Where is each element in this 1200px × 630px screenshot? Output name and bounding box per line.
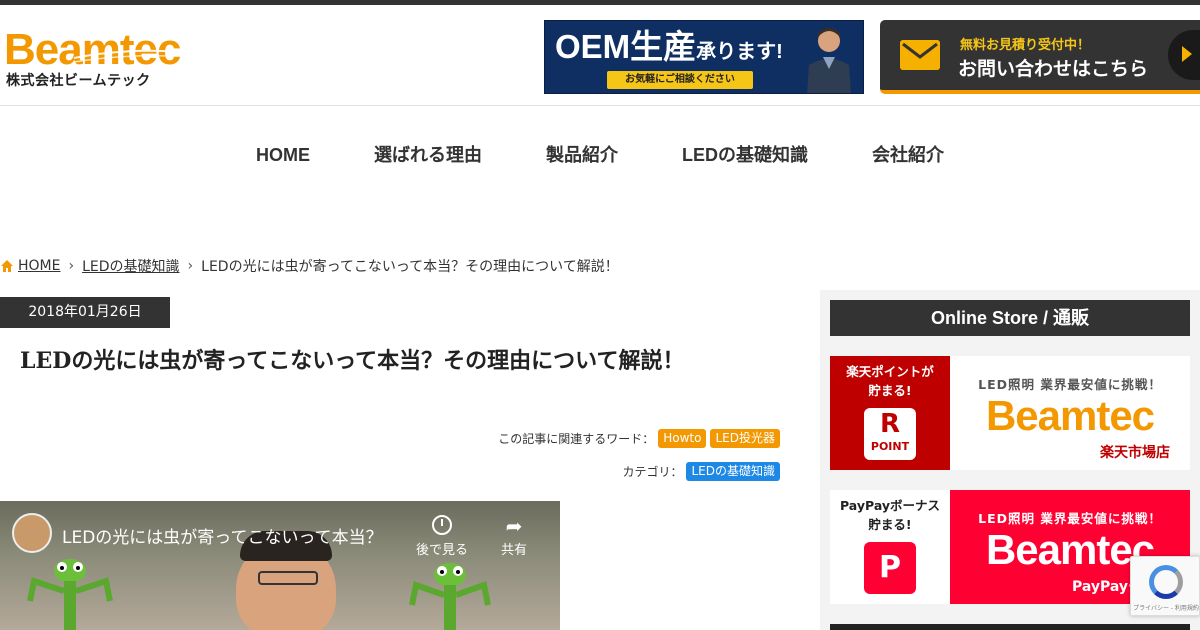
oem-banner-title: OEM生産承ります! [555,29,783,70]
related-words-label: この記事に関連するワード： [498,432,655,446]
chevron-right-icon: › [187,258,194,274]
watch-later-button[interactable]: 後で見る [410,515,474,558]
watch-later-label: 後で見る [415,543,468,558]
recaptcha-icon [1149,565,1183,599]
presenter-glasses [258,571,318,585]
online-store-heading: Online Store / 通販 [830,300,1190,336]
next-store-banner[interactable] [830,624,1190,630]
rakuten-point-line2: 貯まる! [868,383,912,398]
arrow-right-icon [1168,30,1200,80]
breadcrumb-current: LEDの光には虫が寄ってこないって本当？その理由について解説！ [201,259,619,275]
rakuten-logo-word: POINT [870,440,910,453]
paypay-bonus-line2: 貯まる! [868,517,912,532]
home-icon [1,260,13,272]
clock-icon [432,515,452,535]
paypay-promo-tagline: LED照明 業界最安値に挑戦！ [978,511,1162,526]
share-label: 共有 [500,543,527,558]
nav-item-reasons[interactable]: 選ばれる理由 [342,140,514,170]
mail-icon [900,40,940,70]
worker-illustration-icon [807,28,851,93]
paypay-bonus-text: PayPayボーナス 貯まる! [830,496,950,534]
rakuten-logo-letter: R [879,409,901,439]
nav-item-led-basics[interactable]: LEDの基礎知識 [650,140,840,170]
site-logo[interactable]: Beamtec 株式会社ビームテック [4,28,214,89]
video-embed[interactable]: LEDの光には虫が寄ってこないって本当？ 後で見る ➦ 共有 [0,501,560,630]
related-words: この記事に関連するワード： Howto LED投光器 [498,429,780,448]
nav-item-company[interactable]: 会社紹介 [840,140,976,170]
category-row: カテゴリ： LEDの基礎知識 [622,462,780,481]
nav-item-products[interactable]: 製品紹介 [514,140,650,170]
rakuten-promo-tagline: LED照明 業界最安値に挑戦！ [978,377,1162,392]
category-tag[interactable]: LEDの基礎知識 [686,462,780,481]
contact-button[interactable]: 無料お見積り受付中！ お問い合わせはこちら [880,20,1200,94]
paypay-logo-icon: P [864,542,916,594]
post-date: 2018年01月26日 [0,297,170,328]
breadcrumb-home-link[interactable]: HOME [18,258,60,274]
contact-small-text: 無料お見積り受付中！ [960,38,1091,53]
oem-banner[interactable]: OEM生産承ります! お気軽にご相談ください [544,20,864,94]
oem-title-main: OEM生産 [555,28,697,65]
nav-item-home[interactable]: HOME [224,140,342,170]
rakuten-point-panel: 楽天ポイントが 貯まる! R POINT [830,356,950,470]
mantis-illustration-icon [27,559,113,630]
logo-swoosh-icon [74,49,204,63]
rakuten-point-text: 楽天ポイントが 貯まる! [830,362,950,400]
oem-title-small: 承ります! [696,41,783,63]
top-bar [0,0,1200,5]
oem-banner-pill: お気軽にご相談ください [607,71,753,89]
rakuten-promo-brand: Beamtec [985,392,1155,439]
paypay-logo-letter: P [879,550,901,585]
video-title[interactable]: LEDの光には虫が寄ってこないって本当？ [62,523,383,548]
recaptcha-badge[interactable]: プライバシー - 利用規約 [1130,556,1200,616]
logo-company-name: 株式会社ビームテック [6,73,151,89]
rakuten-brand-panel: LED照明 業界最安値に挑戦！ Beamtec 楽天市場店 [950,356,1190,470]
breadcrumb: HOME › LEDの基礎知識 › LEDの光には虫が寄ってこないって本当？その… [0,256,619,276]
share-button[interactable]: ➦ 共有 [488,515,540,558]
category-label: カテゴリ： [622,465,683,479]
mantis-illustration-icon [409,563,491,630]
main-nav: HOME 選ばれる理由 製品紹介 LEDの基礎知識 会社紹介 [0,140,1200,170]
chevron-right-icon: › [68,258,75,274]
contact-big-text: お問い合わせはこちら [958,58,1149,80]
rakuten-point-logo-icon: R POINT [864,408,916,460]
rakuten-store-banner[interactable]: 楽天ポイントが 貯まる! R POINT LED照明 業界最安値に挑戦！ Bea… [830,356,1190,470]
share-icon: ➦ [505,514,523,538]
tag-led-floodlight[interactable]: LED投光器 [710,429,780,448]
channel-avatar[interactable] [12,513,52,553]
rakuten-promo-sub: 楽天市場店 [1100,445,1170,461]
tag-howto[interactable]: Howto [658,429,707,448]
breadcrumb-category-link[interactable]: LEDの基礎知識 [82,256,179,276]
article-title: LEDの光には虫が寄ってこないって本当？その理由について解説！ [20,348,685,374]
recaptcha-text[interactable]: プライバシー - 利用規約 [1131,603,1200,612]
paypay-bonus-line1: PayPayボーナス [839,498,941,513]
rakuten-point-line1: 楽天ポイントが [846,364,934,379]
paypay-bonus-panel: PayPayボーナス 貯まる! P [830,490,950,604]
header-divider [0,105,1200,106]
